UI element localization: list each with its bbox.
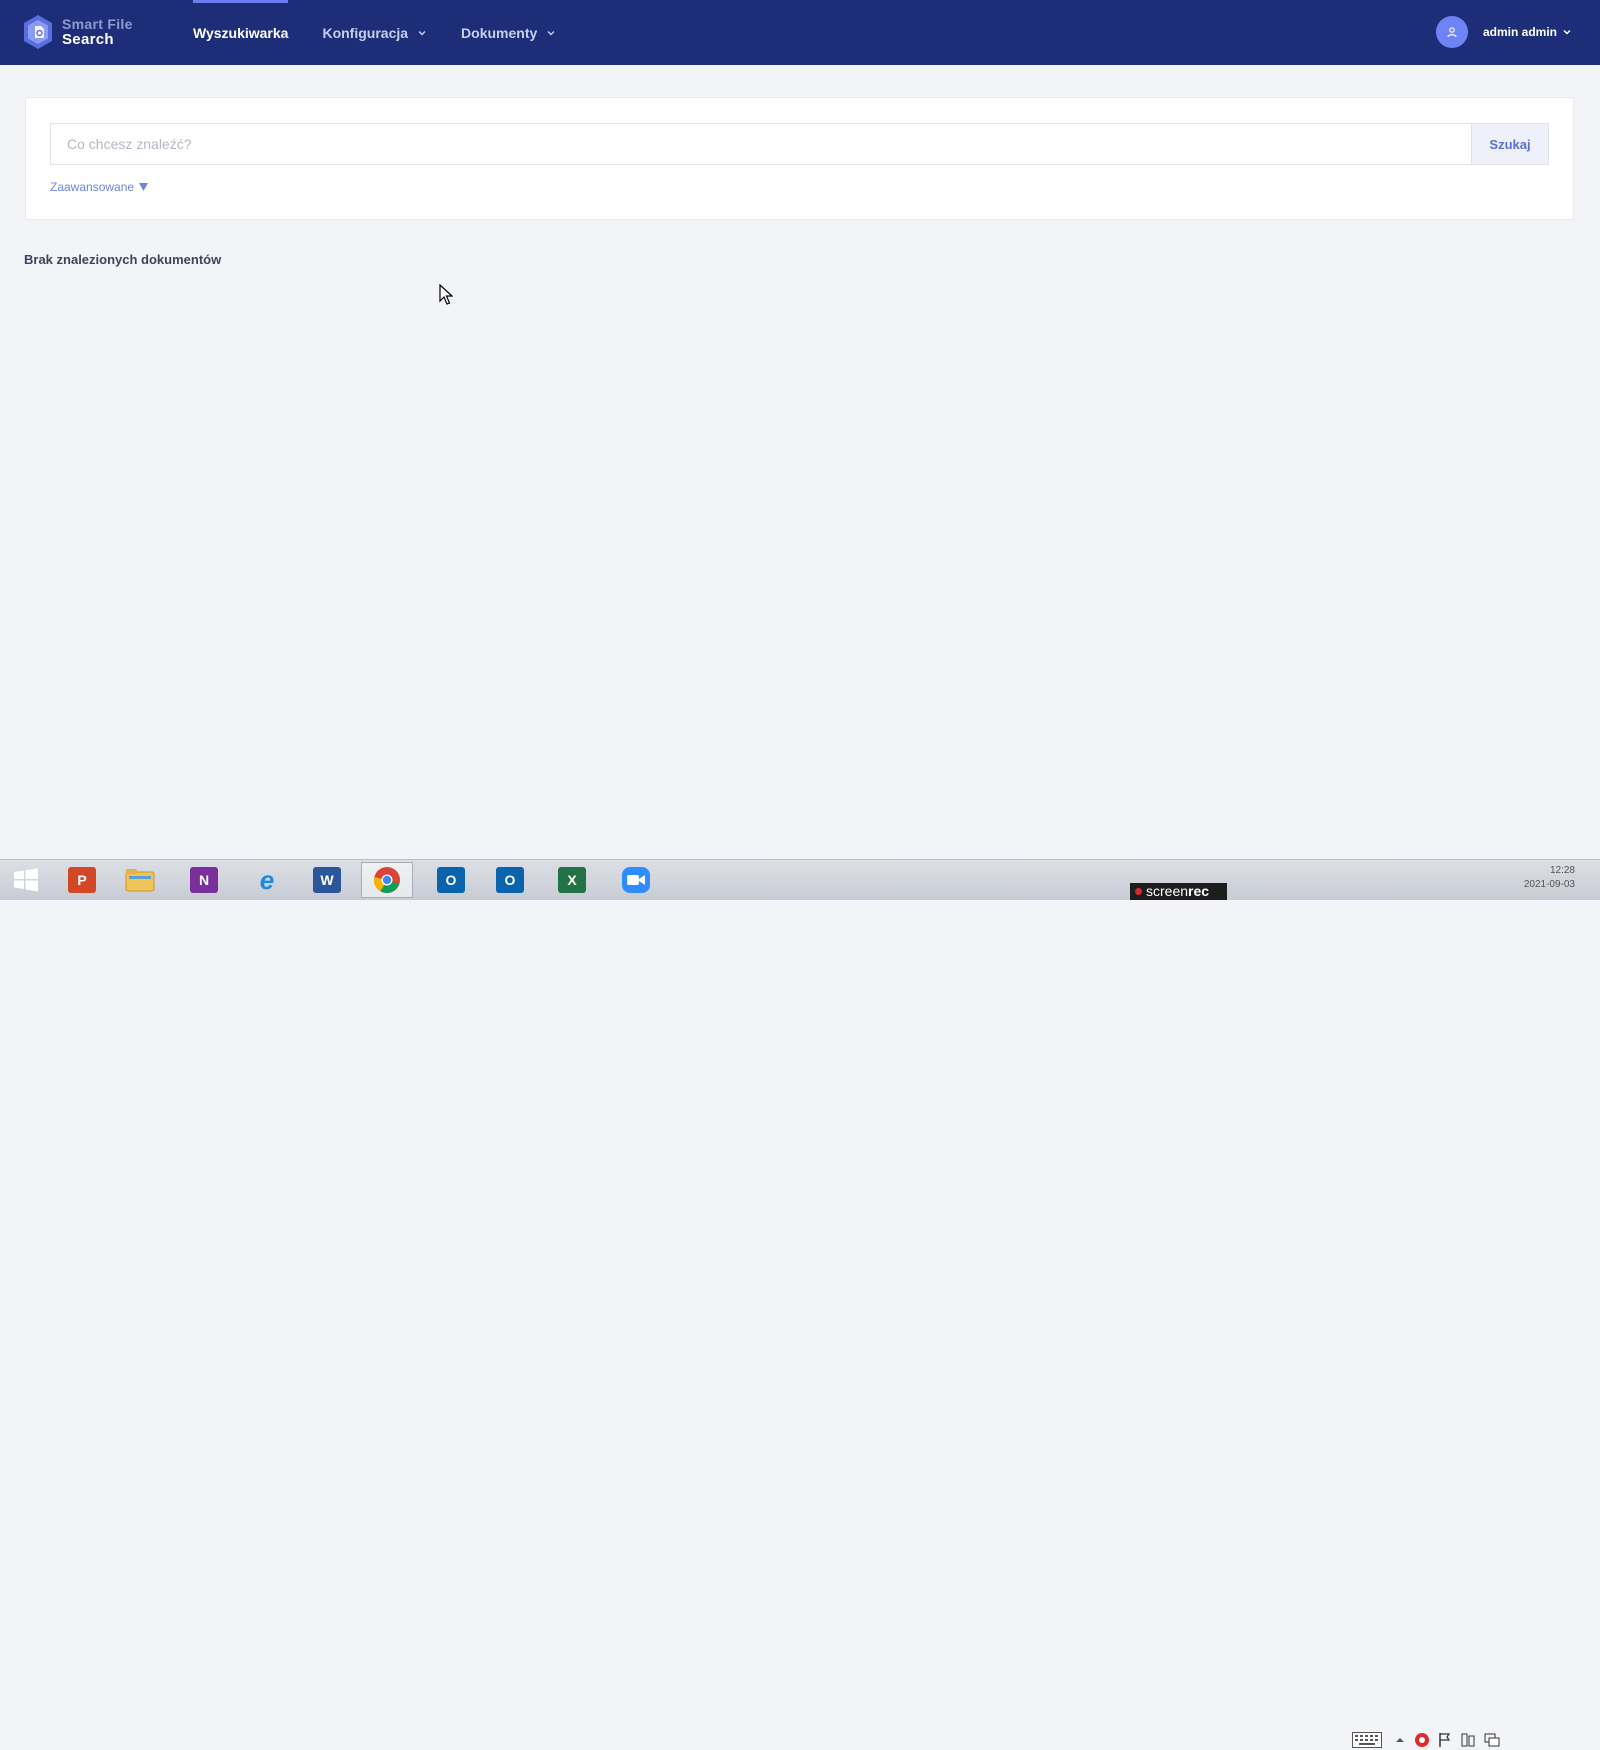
taskbar-app-internet-explorer[interactable]: e (241, 862, 293, 898)
onenote-icon: N (190, 867, 218, 893)
network-icon[interactable] (1484, 1732, 1500, 1748)
recorder-prefix: screen (1146, 883, 1189, 899)
top-navigation-bar: Smart File Search Wyszukiwarka Konfigura… (0, 0, 1600, 65)
brand-logo-link[interactable]: Smart File Search (22, 14, 133, 50)
folder-icon (125, 869, 155, 892)
system-tray (1352, 1730, 1500, 1750)
chevron-up-icon[interactable] (1396, 1736, 1404, 1744)
taskbar-app-powerpoint[interactable]: P (56, 862, 108, 898)
user-name: admin admin (1482, 25, 1557, 39)
start-button[interactable] (0, 862, 52, 898)
recorder-suffix: rec (1188, 883, 1210, 899)
chevron-down-icon (418, 30, 426, 35)
brand-name-line1: Smart File (62, 16, 133, 32)
flag-icon[interactable] (1438, 1732, 1452, 1748)
excel-icon: X (558, 867, 586, 893)
nav-item-label: Wyszukiwarka (193, 24, 289, 41)
clock-date: 2021-09-03 (1523, 879, 1575, 890)
avatar[interactable] (1435, 16, 1468, 48)
taskbar-app-file-explorer[interactable] (114, 862, 166, 898)
taskbar-app-chrome[interactable] (361, 862, 413, 898)
antivirus-icon[interactable] (1414, 1732, 1430, 1748)
outlook-icon: O (496, 867, 524, 893)
record-dot-icon (1135, 888, 1142, 895)
search-bar: Szukaj (50, 123, 1549, 165)
taskbar-app-onenote[interactable]: N (178, 862, 230, 898)
word-icon: W (313, 867, 341, 893)
taskbar-app-zoom[interactable] (610, 862, 662, 898)
taskbar-app-word[interactable]: W (301, 862, 353, 898)
video-camera-icon (622, 867, 650, 893)
user-icon (1447, 27, 1457, 38)
taskbar-app-outlook[interactable]: O (425, 862, 477, 898)
main-nav: Wyszukiwarka Konfiguracja Dokumenty (176, 0, 573, 65)
nav-item-konfiguracja[interactable]: Konfiguracja (305, 0, 444, 65)
advanced-search-toggle[interactable]: Zaawansowane (50, 180, 149, 194)
nav-item-label: Dokumenty (461, 24, 538, 41)
keyboard-icon[interactable] (1352, 1732, 1382, 1748)
nav-item-dokumenty[interactable]: Dokumenty (444, 0, 573, 65)
user-menu[interactable]: admin admin (1435, 16, 1572, 48)
chrome-icon (373, 867, 400, 894)
mouse-cursor-icon (439, 284, 453, 305)
smart-file-search-logo-icon (24, 15, 52, 49)
internet-explorer-icon: e (259, 864, 275, 895)
search-button[interactable]: Szukaj (1471, 123, 1549, 165)
taskbar-app-outlook-2[interactable]: O (484, 862, 536, 898)
screenrec-watermark: screen rec (1130, 883, 1227, 900)
outlook-icon: O (437, 867, 465, 893)
brand-name: Smart File Search (62, 16, 133, 48)
powerpoint-icon: P (68, 867, 96, 893)
no-results-message: Brak znalezionych dokumentów (24, 252, 222, 267)
windows-logo-icon (14, 868, 38, 892)
triangle-down-icon (139, 183, 149, 191)
search-card: Szukaj Zaawansowane (25, 97, 1574, 220)
nav-item-wyszukiwarka[interactable]: Wyszukiwarka (176, 0, 305, 65)
clock-time: 12:28 (1549, 865, 1575, 876)
taskbar-clock[interactable]: 12:28 2021-09-03 (1524, 864, 1575, 892)
advanced-search-label: Zaawansowane (50, 180, 135, 194)
nav-item-label: Konfiguracja (322, 24, 409, 41)
search-input[interactable] (50, 123, 1471, 165)
chevron-down-icon (1563, 29, 1571, 35)
chevron-down-icon (547, 30, 555, 35)
windows-taskbar: P N e W O O X (0, 859, 1600, 1748)
brand-name-line2: Search (62, 31, 114, 48)
taskbar-app-excel[interactable]: X (546, 862, 598, 898)
device-icon[interactable] (1460, 1732, 1476, 1748)
